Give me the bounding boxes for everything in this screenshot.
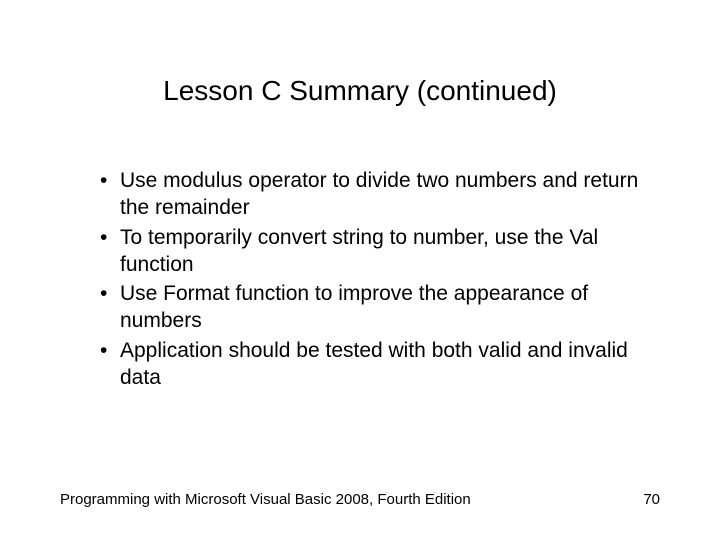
footer-text: Programming with Microsoft Visual Basic … xyxy=(60,491,471,508)
list-item: Use Format function to improve the appea… xyxy=(100,280,660,335)
slide-title: Lesson C Summary (continued) xyxy=(60,75,660,107)
list-item: Use modulus operator to divide two numbe… xyxy=(100,167,660,222)
page-number: 70 xyxy=(643,491,660,508)
footer: Programming with Microsoft Visual Basic … xyxy=(60,491,660,508)
list-item: To temporarily convert string to number,… xyxy=(100,224,660,279)
bullet-list: Use modulus operator to divide two numbe… xyxy=(60,167,660,391)
list-item: Application should be tested with both v… xyxy=(100,337,660,392)
